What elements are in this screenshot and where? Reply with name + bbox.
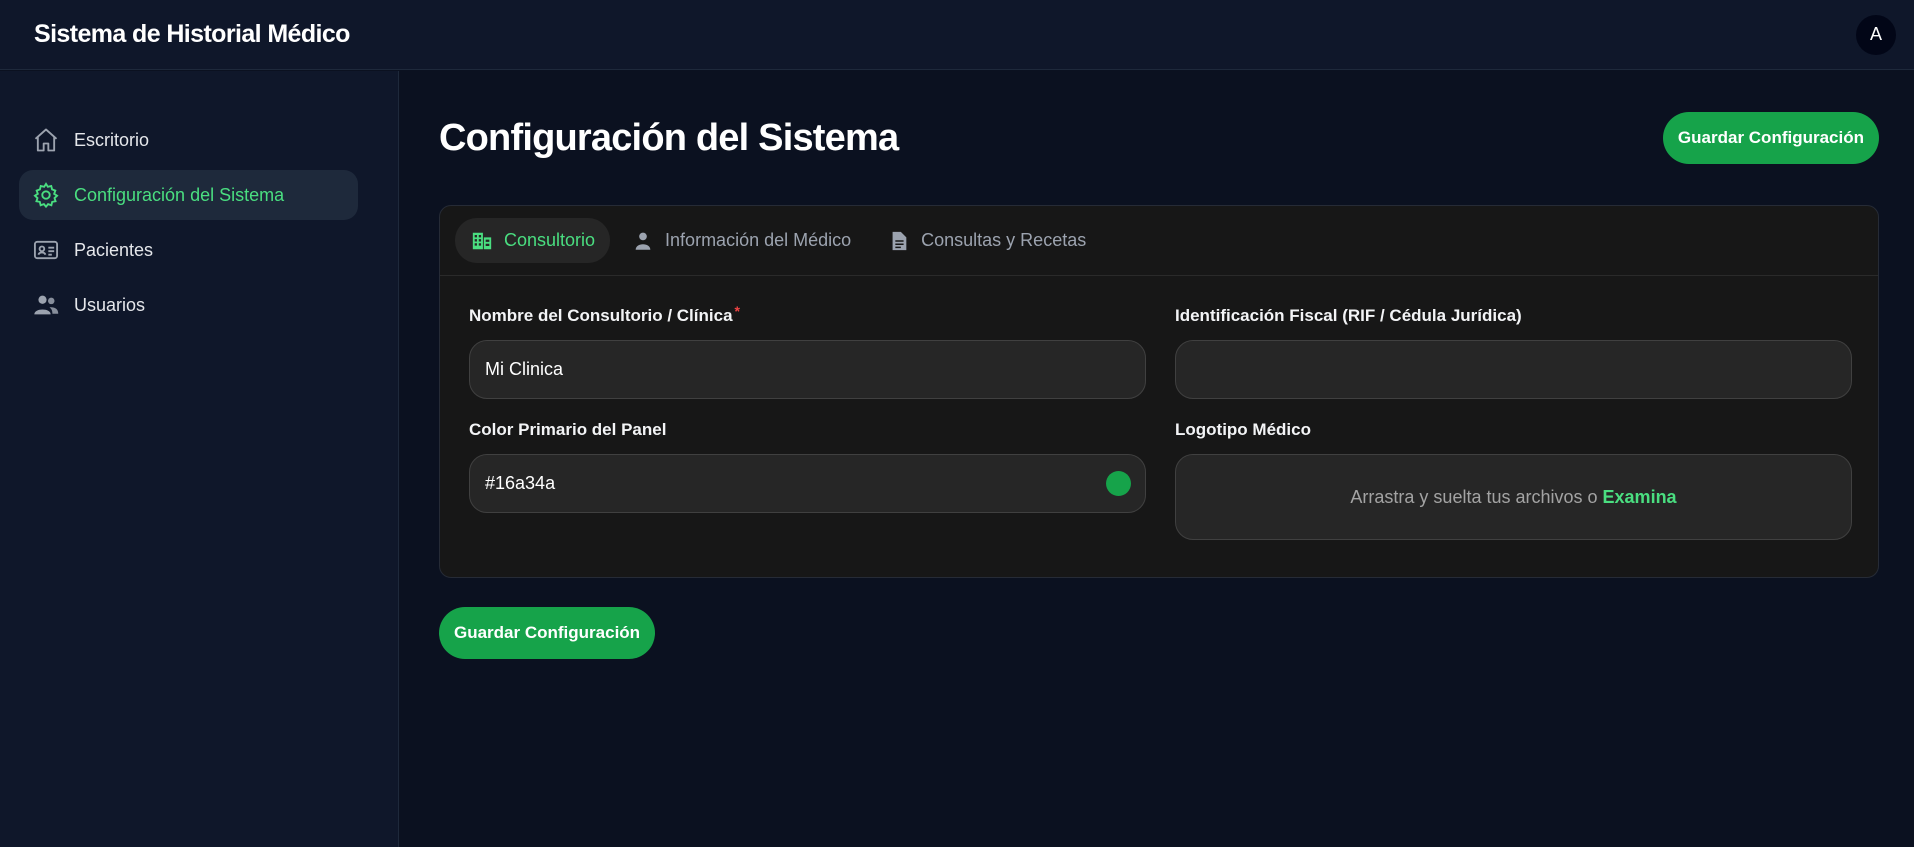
sidebar: Escritorio Configuración del Sistema Pac… xyxy=(0,71,399,847)
logo-label: Logotipo Médico xyxy=(1175,420,1311,439)
tab-consultas-recetas[interactable]: Consultas y Recetas xyxy=(872,218,1101,263)
tax-id-field: Identificación Fiscal (RIF / Cédula Jurí… xyxy=(1175,306,1852,399)
users-icon xyxy=(31,290,61,320)
tab-label: Información del Médico xyxy=(665,230,852,250)
page-title: Configuración del Sistema xyxy=(439,116,899,159)
tab-label: Consultorio xyxy=(504,230,596,250)
clinic-name-input[interactable] xyxy=(469,340,1146,399)
tax-id-input[interactable] xyxy=(1175,340,1852,399)
color-swatch[interactable] xyxy=(1106,471,1131,496)
sidebar-item-label: Pacientes xyxy=(74,239,154,260)
color-input-wrapper xyxy=(469,454,1146,513)
clinic-name-field: Nombre del Consultorio / Clínica * xyxy=(469,303,1146,399)
consultorio-form: Nombre del Consultorio / Clínica* Identi… xyxy=(440,276,1878,561)
logo-field: Logotipo Médico Arrastra y suelta tus ar… xyxy=(1175,420,1852,540)
document-icon xyxy=(887,229,911,253)
primary-color-field: Color Primario del Panel xyxy=(469,420,1146,540)
gear-icon xyxy=(31,180,61,210)
settings-card: Consultorio Información del Médico Consu… xyxy=(439,205,1879,578)
home-icon xyxy=(31,125,61,155)
tax-id-label: Identificación Fiscal (RIF / Cédula Jurí… xyxy=(1175,306,1522,325)
sidebar-item-configuracion[interactable]: Configuración del Sistema xyxy=(19,170,358,220)
app-title: Sistema de Historial Médico xyxy=(34,20,350,48)
sidebar-item-label: Usuarios xyxy=(74,294,146,315)
save-settings-button-top[interactable]: Guardar Configuración xyxy=(1662,112,1879,164)
tab-informacion-medico[interactable]: Información del Médico xyxy=(616,218,866,263)
required-mark: * xyxy=(734,303,740,319)
browse-link[interactable]: Examina xyxy=(1603,487,1677,508)
sidebar-item-escritorio[interactable]: Escritorio xyxy=(19,115,358,165)
page-header: Configuración del Sistema Guardar Config… xyxy=(439,71,1879,205)
user-icon xyxy=(631,229,655,253)
sidebar-item-usuarios[interactable]: Usuarios xyxy=(19,280,358,330)
sidebar-item-label: Escritorio xyxy=(74,129,150,150)
form-actions: Guardar Configuración xyxy=(439,607,1879,659)
sidebar-item-pacientes[interactable]: Pacientes xyxy=(19,225,358,275)
logo-dropzone[interactable]: Arrastra y suelta tus archivos o Examina xyxy=(1175,454,1852,540)
user-avatar[interactable]: A xyxy=(1856,14,1896,55)
main-content: Configuración del Sistema Guardar Config… xyxy=(439,71,1879,659)
top-bar: Sistema de Historial Médico A xyxy=(0,0,1914,70)
building-icon xyxy=(470,229,494,253)
tab-consultorio[interactable]: Consultorio xyxy=(455,218,611,263)
primary-color-label: Color Primario del Panel xyxy=(469,420,667,439)
clinic-name-label: Nombre del Consultorio / Clínica * xyxy=(469,303,1146,328)
sidebar-item-label: Configuración del Sistema xyxy=(74,184,285,205)
tab-bar: Consultorio Información del Médico Consu… xyxy=(440,206,1878,276)
primary-color-input[interactable] xyxy=(469,454,1146,513)
id-card-icon xyxy=(31,235,61,265)
save-settings-button[interactable]: Guardar Configuración xyxy=(439,607,656,659)
dropzone-prompt: Arrastra y suelta tus archivos o xyxy=(1350,486,1598,507)
tab-label: Consultas y Recetas xyxy=(921,230,1087,250)
